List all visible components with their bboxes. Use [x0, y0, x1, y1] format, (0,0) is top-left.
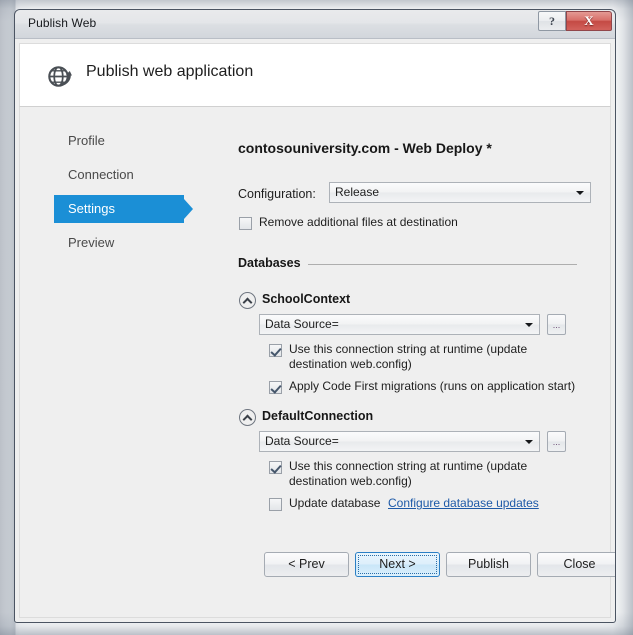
prev-button[interactable]: < Prev [264, 552, 349, 577]
sidebar-item-label: Settings [68, 201, 115, 216]
close-window-button[interactable]: X [566, 11, 612, 31]
chevron-down-icon [576, 191, 584, 195]
default-connection-browse-button[interactable]: ... [547, 431, 566, 452]
configuration-value: Release [335, 185, 380, 199]
help-icon: ? [549, 14, 555, 28]
school-context-browse-button[interactable]: ... [547, 314, 566, 335]
default-connection-collapse-toggle[interactable] [239, 409, 256, 426]
window-frame: Publish Web ? X Publish web application … [0, 0, 633, 635]
ellipsis-icon: ... [552, 437, 561, 447]
configuration-label: Configuration: [238, 187, 316, 201]
remove-additional-files-label[interactable]: Remove additional files at destination [259, 215, 458, 230]
default-connection-connection-select[interactable]: Data Source= [259, 431, 540, 452]
help-button[interactable]: ? [538, 11, 566, 31]
close-button[interactable]: Close [537, 552, 615, 577]
ellipsis-icon: ... [552, 320, 561, 330]
default-connection-connection-value: Data Source= [265, 434, 339, 448]
school-context-connection-value: Data Source= [265, 317, 339, 331]
school-context-use-connection-string-label[interactable]: Use this connection string at runtime (u… [289, 342, 585, 372]
publish-web-dialog: Publish Web ? X Publish web application … [14, 9, 616, 623]
default-connection-use-connection-string-label[interactable]: Use this connection string at runtime (u… [289, 459, 585, 489]
chevron-down-icon [525, 440, 533, 444]
sidebar-item-settings[interactable]: Settings [54, 195, 193, 223]
prev-button-label: < Prev [288, 557, 325, 571]
update-database-label[interactable]: Update database [289, 496, 380, 511]
update-database-checkbox[interactable] [269, 498, 282, 511]
dialog-header: Publish web application [19, 43, 611, 107]
school-context-code-first-migrations-label[interactable]: Apply Code First migrations (runs on app… [289, 379, 589, 394]
next-button[interactable]: Next > [355, 552, 440, 577]
sidebar-item-connection[interactable]: Connection [54, 161, 184, 189]
focus-ring [358, 555, 437, 574]
window-title: Publish Web [28, 16, 97, 30]
school-context-code-first-migrations-checkbox[interactable] [269, 381, 282, 394]
sidebar-item-profile[interactable]: Profile [54, 127, 184, 155]
sidebar-item-preview[interactable]: Preview [54, 229, 184, 257]
school-context-collapse-toggle[interactable] [239, 292, 256, 309]
dialog-body: Profile Connection Settings Preview cont… [19, 107, 615, 618]
chevron-down-icon [525, 323, 533, 327]
publish-button-label: Publish [468, 557, 509, 571]
configure-database-updates-link[interactable]: Configure database updates [388, 496, 539, 510]
wizard-sidebar: Profile Connection Settings Preview [20, 107, 216, 617]
profile-heading: contosouniversity.com - Web Deploy * [238, 140, 492, 156]
school-context-name: SchoolContext [262, 292, 351, 306]
globe-publish-icon [45, 61, 75, 91]
close-icon: X [584, 13, 594, 28]
publish-button[interactable]: Publish [446, 552, 531, 577]
default-connection-name: DefaultConnection [262, 409, 374, 423]
default-connection-use-connection-string-checkbox[interactable] [269, 461, 282, 474]
sidebar-item-label: Profile [68, 133, 105, 148]
sidebar-item-label: Preview [68, 235, 115, 250]
remove-additional-files-checkbox[interactable] [239, 217, 252, 230]
sidebar-item-label: Connection [68, 167, 134, 182]
databases-separator [308, 264, 577, 265]
title-bar[interactable]: Publish Web ? X [15, 10, 615, 39]
configuration-select[interactable]: Release [329, 182, 591, 203]
settings-pane: contosouniversity.com - Web Deploy * Con… [216, 107, 615, 617]
databases-group-label: Databases [238, 256, 301, 270]
school-context-connection-select[interactable]: Data Source= [259, 314, 540, 335]
school-context-use-connection-string-checkbox[interactable] [269, 344, 282, 357]
dialog-header-title: Publish web application [86, 63, 254, 80]
close-button-label: Close [563, 557, 596, 571]
